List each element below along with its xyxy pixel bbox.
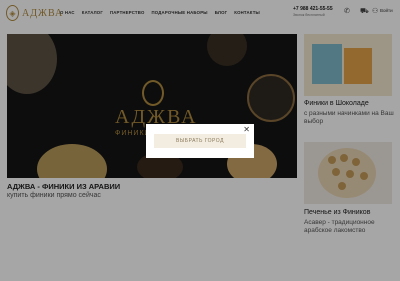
select-city-button[interactable]: ВЫБРАТЬ ГОРОД <box>154 134 246 148</box>
city-select-modal: ✕ ВЫБРАТЬ ГОРОД <box>146 124 254 158</box>
close-icon[interactable]: ✕ <box>243 125 250 134</box>
